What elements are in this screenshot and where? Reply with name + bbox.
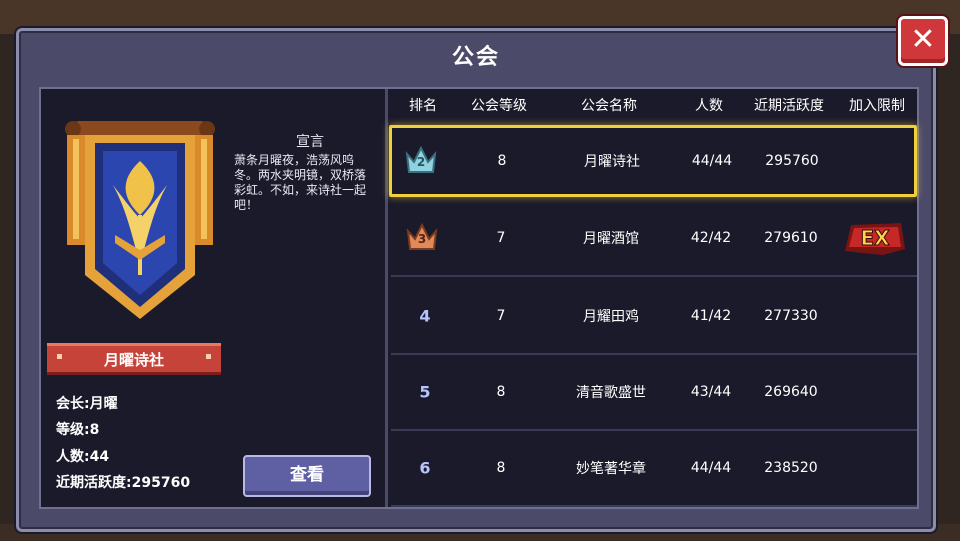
guild-content: 宣言 萧条月曜夜，浩荡风呜冬。两水夹明镜，双桥落彩虹。不如，来诗社一起吧！ 月曜… xyxy=(39,87,919,509)
guild-banner-emblem xyxy=(65,121,215,319)
header-rank: 排名 xyxy=(409,98,437,114)
table-row[interactable]: 3 7 月曜酒馆 42/42 279610 EX xyxy=(391,201,917,277)
manifesto-title: 宣言 xyxy=(296,134,324,150)
guild-level: 7 xyxy=(496,308,506,324)
table-row[interactable]: 6 8 妙笔著华章 44/44 238520 xyxy=(391,431,917,507)
guild-members: 42/42 xyxy=(690,230,732,246)
silver-crown-icon: 2 xyxy=(404,144,438,178)
guild-name: 月耀田鸡 xyxy=(583,309,639,325)
leader-label: 会长: xyxy=(56,396,90,412)
guild-members: 43/44 xyxy=(690,384,732,400)
activity-label: 近期活跃度: xyxy=(56,475,132,491)
rank-number: 5 xyxy=(419,382,431,402)
rank-number: 3 xyxy=(417,232,427,246)
rank-number: 2 xyxy=(416,155,426,169)
guild-name: 清音歌盛世 xyxy=(576,385,646,401)
guild-activity: 238520 xyxy=(764,460,818,476)
guild-activity: 277330 xyxy=(764,308,818,324)
guild-activity: 295760 xyxy=(765,153,819,169)
guild-level: 8 xyxy=(497,153,507,169)
rank-number: 6 xyxy=(419,458,431,478)
view-guild-button[interactable]: 查看 xyxy=(243,455,371,497)
members-label: 人数: xyxy=(56,449,90,465)
background-right xyxy=(934,34,960,524)
guild-level: 7 xyxy=(496,230,506,246)
table-row[interactable]: 5 8 清音歌盛世 43/44 269640 xyxy=(391,355,917,431)
ex-restriction-icon: EX xyxy=(845,223,905,255)
header-activity: 近期活跃度 xyxy=(754,98,824,114)
window-title: 公会 xyxy=(451,45,500,70)
header-name: 公会名称 xyxy=(581,98,637,114)
close-button[interactable]: ✕ xyxy=(898,16,948,66)
members-value: 44 xyxy=(89,449,110,465)
guild-window: 公会 宣言 萧条月曜夜，浩荡风呜冬。两水夹明镜，双桥落彩虹。不如，来诗社一起吧！… xyxy=(16,28,936,532)
panel-divider xyxy=(385,89,388,507)
guild-members: 41/42 xyxy=(690,308,732,324)
guild-members: 44/44 xyxy=(691,153,733,169)
activity-info: 近期活跃度:295760 xyxy=(56,472,190,492)
ex-badge-text: EX xyxy=(860,226,890,250)
activity-value: 295760 xyxy=(131,475,191,491)
guild-name: 月曜诗社 xyxy=(584,154,640,170)
guild-name: 妙笔著华章 xyxy=(576,461,646,477)
guild-level: 8 xyxy=(496,384,506,400)
header-level: 公会等级 xyxy=(471,98,527,114)
guild-activity: 279610 xyxy=(764,230,818,246)
header-restriction: 加入限制 xyxy=(849,98,905,114)
bronze-crown-icon: 3 xyxy=(405,221,439,255)
guild-members: 44/44 xyxy=(690,460,732,476)
guild-detail-panel: 宣言 萧条月曜夜，浩荡风呜冬。两水夹明镜，双桥落彩虹。不如，来诗社一起吧！ 月曜… xyxy=(41,89,385,507)
guild-level: 8 xyxy=(496,460,506,476)
level-value: 8 xyxy=(89,422,100,438)
guild-activity: 269640 xyxy=(764,384,818,400)
level-label: 等级: xyxy=(56,422,90,438)
manifesto-text: 萧条月曜夜，浩荡风呜冬。两水夹明镜，双桥落彩虹。不如，来诗社一起吧！ xyxy=(234,153,367,212)
rank-number: 4 xyxy=(419,306,431,326)
table-row[interactable]: 2 8 月曜诗社 44/44 295760 xyxy=(389,125,917,197)
level-info: 等级:8 xyxy=(56,419,99,439)
leader-info: 会长:月曜 xyxy=(56,393,118,413)
ranking-table-header: 排名 公会等级 公会名称 人数 近期活跃度 加入限制 xyxy=(389,95,915,119)
header-members: 人数 xyxy=(695,98,723,114)
members-info: 人数:44 xyxy=(56,446,109,466)
table-row[interactable]: 4 7 月耀田鸡 41/42 277330 xyxy=(391,279,917,355)
leader-value: 月曜 xyxy=(89,396,118,412)
guild-name: 月曜酒馆 xyxy=(583,231,639,247)
guild-name-ribbon: 月曜诗社 xyxy=(47,343,221,375)
